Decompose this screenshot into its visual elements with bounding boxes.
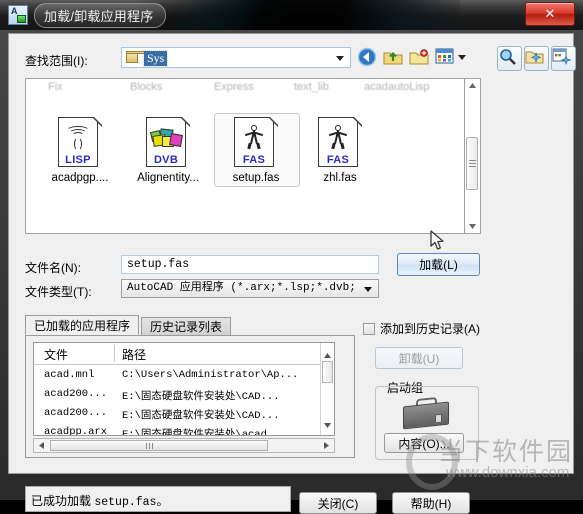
folder-icon xyxy=(125,50,144,65)
file-name-label: setup.fas xyxy=(232,172,280,184)
file-type-tag: FAS xyxy=(242,154,266,166)
add-to-history-label: 添加到历史记录(A) xyxy=(380,322,480,336)
grid-horizontal-scrollbar[interactable] xyxy=(33,438,335,453)
preview-icon[interactable] xyxy=(524,46,549,71)
scroll-down-icon[interactable] xyxy=(465,220,479,233)
title-bar: A 加载/卸载应用程序 ✕ xyxy=(0,0,583,30)
scroll-down-icon[interactable] xyxy=(324,417,331,431)
file-browser-scrollbar[interactable] xyxy=(465,78,481,234)
window-title: 加载/卸载应用程序 xyxy=(34,3,167,28)
startup-group: 内容(O)... xyxy=(375,386,479,460)
column-header-path: 路径 xyxy=(122,348,147,362)
load-button[interactable]: 加载(L) xyxy=(397,253,480,276)
ghost-item: text_lib xyxy=(294,81,329,93)
lookin-label: 查找范围(I): xyxy=(25,54,88,68)
file-browser-list[interactable]: Fix Blocks Express text_lib acadautoLisp… xyxy=(25,78,465,234)
scrollbar-grip xyxy=(469,160,476,167)
titlebar-sheen xyxy=(140,0,460,30)
views-icon[interactable] xyxy=(435,47,457,68)
scrollbar-thumb[interactable] xyxy=(50,440,268,451)
fas-file-icon: FAS xyxy=(318,116,363,169)
add-to-history-checkbox[interactable]: 添加到历史记录(A) xyxy=(363,320,480,337)
filename-label: 文件名(N): xyxy=(25,261,81,275)
filetype-select[interactable]: AutoCAD 应用程序 (*.arx;*.lsp;*.dvb; xyxy=(121,279,379,298)
file-item[interactable]: LISP acadpgp.... xyxy=(38,116,122,185)
scrollbar-thumb[interactable] xyxy=(466,137,478,190)
new-folder-icon[interactable] xyxy=(409,47,431,68)
load-unload-dialog: 查找范围(I): Sys Fix Blocks Express text_lib… xyxy=(8,33,576,514)
cell-path: E:\固态硬盘软件安装处\CAD... xyxy=(122,410,280,422)
cell-file: acad200... xyxy=(44,407,108,419)
scroll-up-icon[interactable] xyxy=(465,79,479,92)
cell-path: E:\固态硬盘软件安装处\acad xyxy=(122,429,267,435)
chevron-down-icon[interactable] xyxy=(336,56,344,61)
unload-button[interactable]: 卸载(U) xyxy=(375,347,463,369)
autocad-app-icon: A xyxy=(8,5,28,25)
filename-input[interactable]: setup.fas xyxy=(121,255,379,274)
tab-loaded-applications[interactable]: 已加载的应用程序 xyxy=(25,315,140,335)
column-header-file: 文件 xyxy=(44,348,69,362)
table-row[interactable]: acad200... E:\固态硬盘软件安装处\CAD... xyxy=(34,404,334,423)
close-button[interactable]: 关闭(C) xyxy=(299,492,377,514)
file-item-selected[interactable]: FAS setup.fas xyxy=(214,113,300,187)
cell-file: acadpp.arx xyxy=(44,426,108,435)
clipped-folder-row: Fix Blocks Express text_lib acadautoLisp xyxy=(26,81,464,97)
status-prefix: 已成功加载 xyxy=(31,494,95,508)
scrollbar-thumb[interactable] xyxy=(322,361,333,383)
cell-path: E:\固态硬盘软件安装处\CAD... xyxy=(122,391,280,403)
lookin-value: Sys xyxy=(142,50,169,67)
ghost-item: acadautoLisp xyxy=(364,81,430,93)
file-name-label: zhl.fas xyxy=(323,172,357,184)
scroll-right-icon[interactable] xyxy=(320,440,333,451)
grid-vertical-scrollbar[interactable] xyxy=(320,343,334,435)
briefcase-icon xyxy=(403,396,449,430)
ghost-item: Express xyxy=(214,81,254,93)
lookin-combobox[interactable]: Sys xyxy=(121,47,351,68)
status-suffix: 。 xyxy=(156,494,169,508)
cell-file: acad.mnl xyxy=(44,369,95,381)
checkbox-box xyxy=(363,322,375,335)
file-type-tag: DVB xyxy=(153,154,179,166)
file-item[interactable]: DVB Alignentity... xyxy=(126,116,210,185)
tabstrip: 已加载的应用程序 历史记录列表 xyxy=(25,315,355,336)
search-icon[interactable] xyxy=(497,46,522,71)
up-folder-icon[interactable] xyxy=(383,47,405,68)
cell-file: acad200... xyxy=(44,388,108,400)
status-message: 已成功加载 setup.fas。 xyxy=(25,486,291,512)
lisp-file-icon: LISP xyxy=(58,116,103,169)
table-row[interactable]: acad.mnl C:\Users\Administrator\Ap... xyxy=(34,366,334,385)
table-row[interactable]: acad200... E:\固态硬盘软件安装处\CAD... xyxy=(34,385,334,404)
back-icon[interactable] xyxy=(357,47,379,68)
cell-path: C:\Users\Administrator\Ap... xyxy=(122,369,299,381)
dvb-file-icon: DVB xyxy=(146,116,191,169)
scrollbar-grip xyxy=(146,443,155,449)
filetype-label: 文件类型(T): xyxy=(25,285,92,299)
add-favorite-icon[interactable] xyxy=(551,46,576,71)
content-button[interactable]: 内容(O)... xyxy=(384,433,464,453)
tab-history-list[interactable]: 历史记录列表 xyxy=(141,317,232,335)
file-item[interactable]: FAS zhl.fas xyxy=(298,116,382,185)
views-dropdown-arrow[interactable] xyxy=(458,55,466,60)
close-icon[interactable]: ✕ xyxy=(525,2,575,26)
loaded-applications-grid[interactable]: 文件 路径 acad.mnl C:\Users\Administrator\Ap… xyxy=(33,342,335,436)
table-row[interactable]: acadpp.arx E:\固态硬盘软件安装处\acad xyxy=(34,423,334,435)
grid-header: 文件 路径 xyxy=(34,343,334,365)
chevron-down-icon[interactable] xyxy=(364,287,372,292)
file-type-tag: FAS xyxy=(326,154,350,166)
scroll-up-icon[interactable] xyxy=(324,347,331,361)
file-type-tag: LISP xyxy=(65,154,91,166)
filetype-value: AutoCAD 应用程序 (*.arx;*.lsp;*.dvb; xyxy=(127,282,356,294)
help-button[interactable]: 帮助(H) xyxy=(392,492,470,514)
file-name-label: acadpgp.... xyxy=(51,172,109,184)
scroll-left-icon[interactable] xyxy=(35,440,48,451)
column-divider xyxy=(114,345,115,362)
ghost-item: Blocks xyxy=(130,81,163,93)
status-file: setup.fas xyxy=(94,496,157,509)
file-name-label: Alignentity... xyxy=(137,172,199,184)
tab-panel: 文件 路径 acad.mnl C:\Users\Administrator\Ap… xyxy=(25,335,355,458)
fas-file-icon: FAS xyxy=(234,116,279,169)
application-window: A 加载/卸载应用程序 ✕ 查找范围(I): Sys Fix Blocks Ex… xyxy=(0,0,583,514)
ghost-item: Fix xyxy=(48,81,63,93)
